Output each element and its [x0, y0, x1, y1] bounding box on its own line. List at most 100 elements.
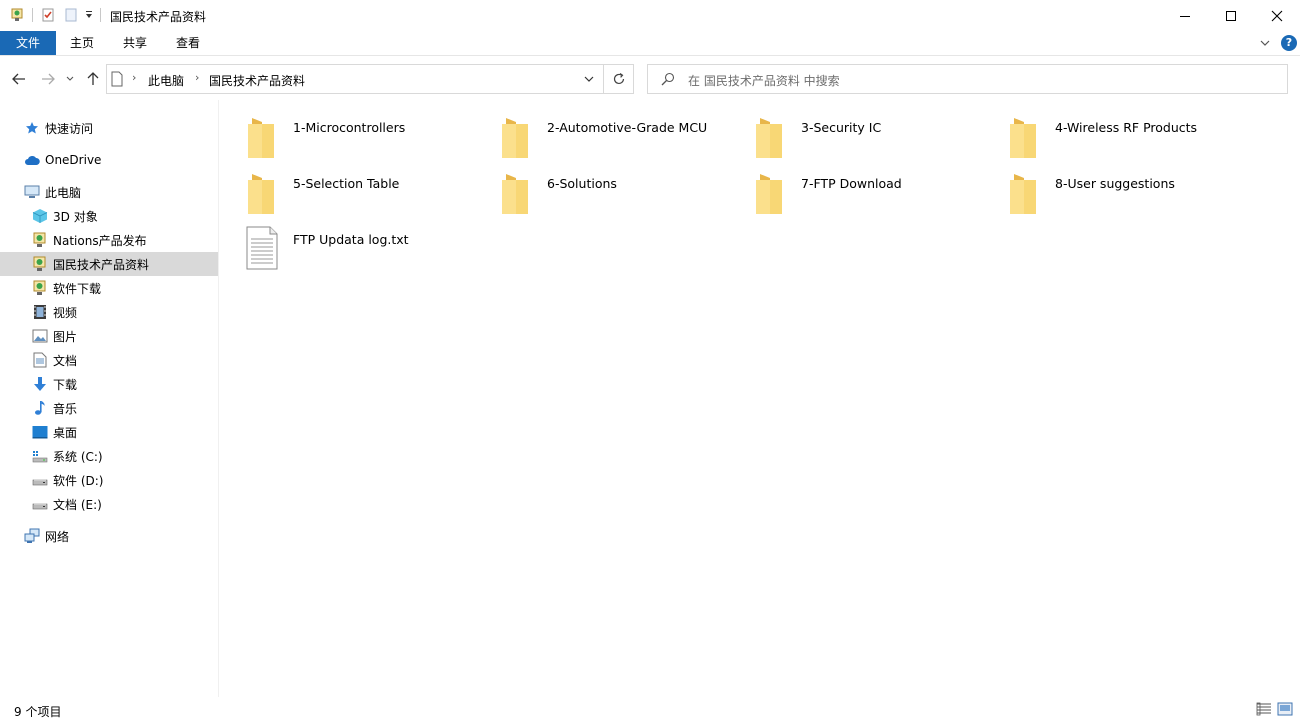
list-item[interactable]: 2-Automotive-Grade MCU [474, 104, 724, 158]
sidebar-item-label: 快速访问 [45, 121, 94, 136]
sidebar-item-label: 软件 (D:) [53, 473, 104, 488]
help-icon[interactable]: ? [1281, 35, 1297, 51]
recent-locations-button[interactable] [62, 69, 78, 89]
qa-separator [32, 8, 33, 22]
checklist-icon[interactable] [38, 5, 58, 25]
document-icon [32, 352, 48, 368]
sidebar-item-label: 此电脑 [45, 185, 82, 200]
sidebar-item-label: 音乐 [53, 401, 78, 416]
sidebar-item-label: 网络 [45, 529, 70, 544]
qa-separator [100, 8, 101, 22]
sidebar-item-software-download[interactable]: 软件下载 [0, 276, 218, 300]
sidebar-item-music[interactable]: 音乐 [0, 396, 218, 420]
sidebar-item-nations-release[interactable]: Nations产品发布 [0, 228, 218, 252]
list-item[interactable]: 3-Security IC [728, 104, 978, 158]
network-drive-icon [32, 232, 48, 248]
sidebar-item-drive-e[interactable]: 文档 (E:) [0, 492, 218, 516]
forward-button[interactable] [37, 69, 59, 89]
list-item[interactable]: 6-Solutions [474, 160, 724, 214]
cloud-icon [24, 152, 40, 168]
sidebar-item-label: 桌面 [53, 425, 78, 440]
list-item[interactable]: 7-FTP Download [728, 160, 978, 214]
ribbon-tabs: 文件 主页 共享 查看 ? [0, 31, 1300, 56]
customize-quick-access-icon[interactable] [82, 5, 96, 25]
large-icons-view-icon[interactable] [1277, 702, 1293, 716]
breadcrumb-current-folder[interactable]: 国民技术产品资料 [209, 72, 305, 89]
sidebar-item-label: Nations产品发布 [53, 233, 147, 248]
breadcrumb-separator[interactable]: › [195, 71, 199, 84]
sidebar-item-network[interactable]: 网络 [0, 524, 218, 548]
network-drive-icon [32, 256, 48, 272]
folder-icon [248, 118, 274, 158]
network-icon [24, 528, 40, 544]
folder-icon [756, 118, 782, 158]
properties-icon[interactable] [8, 5, 28, 25]
details-view-icon[interactable] [1256, 702, 1272, 716]
up-button[interactable] [82, 69, 104, 89]
folder-icon [1010, 118, 1036, 158]
sidebar-item-label: 软件下载 [53, 281, 102, 296]
sidebar-item-drive-c[interactable]: 系统 (C:) [0, 444, 218, 468]
folder-icon [502, 118, 528, 158]
file-name: 3-Security IC [801, 120, 882, 135]
sidebar-item-pictures[interactable]: 图片 [0, 324, 218, 348]
window-title: 国民技术产品资料 [110, 10, 207, 24]
sidebar-item-onedrive[interactable]: OneDrive [0, 148, 218, 172]
sidebar-item-product-docs[interactable]: 国民技术产品资料 [0, 252, 218, 276]
address-dropdown-icon[interactable] [579, 70, 599, 88]
star-icon [24, 120, 40, 136]
address-bar[interactable]: › 此电脑 › 国民技术产品资料 [106, 64, 604, 94]
sidebar-item-videos[interactable]: 视频 [0, 300, 218, 324]
drive-icon [32, 472, 48, 488]
status-bar: 9 个项目 [0, 697, 1300, 723]
file-list: 1-Microcontrollers 2-Automotive-Grade MC… [220, 100, 1300, 697]
minimize-button[interactable] [1162, 0, 1208, 31]
refresh-button[interactable] [604, 64, 634, 94]
file-name: 5-Selection Table [293, 176, 400, 191]
new-folder-icon[interactable] [62, 5, 80, 25]
breadcrumb-this-pc[interactable]: 此电脑 [148, 72, 184, 89]
folder-icon [248, 174, 274, 214]
file-name: 8-User suggestions [1055, 176, 1175, 191]
list-item[interactable]: 4-Wireless RF Products [982, 104, 1232, 158]
system-drive-icon [32, 448, 48, 464]
search-placeholder: 在 国民技术产品资料 中搜索 [688, 74, 840, 88]
folder-icon [1010, 174, 1036, 214]
back-button[interactable] [8, 69, 30, 89]
computer-icon [24, 184, 40, 200]
tab-file[interactable]: 文件 [0, 31, 56, 55]
sidebar-item-desktop[interactable]: 桌面 [0, 420, 218, 444]
close-button[interactable] [1254, 0, 1300, 31]
video-icon [32, 304, 48, 320]
sidebar-item-this-pc[interactable]: 此电脑 [0, 180, 218, 204]
network-drive-icon [32, 280, 48, 296]
sidebar-item-label: 图片 [53, 329, 78, 344]
sidebar-item-label: 文档 (E:) [53, 497, 102, 512]
sidebar-item-label: OneDrive [45, 153, 102, 167]
list-item[interactable]: 1-Microcontrollers [220, 104, 470, 158]
folder-icon [502, 174, 528, 214]
file-name: 2-Automotive-Grade MCU [547, 120, 708, 135]
sidebar-item-drive-d[interactable]: 软件 (D:) [0, 468, 218, 492]
sidebar-item-downloads[interactable]: 下载 [0, 372, 218, 396]
tab-home[interactable]: 主页 [60, 31, 104, 55]
sidebar-item-quick-access[interactable]: 快速访问 [0, 116, 218, 140]
maximize-button[interactable] [1208, 0, 1254, 31]
tab-share[interactable]: 共享 [113, 31, 157, 55]
list-item[interactable]: 8-User suggestions [982, 160, 1232, 214]
music-icon [32, 400, 48, 416]
search-box[interactable]: 在 国民技术产品资料 中搜索 [647, 64, 1288, 94]
item-count: 9 个项目 [14, 705, 62, 719]
folder-icon [756, 174, 782, 214]
sidebar-item-3d-objects[interactable]: 3D 对象 [0, 204, 218, 228]
picture-icon [32, 328, 48, 344]
breadcrumb-separator[interactable]: › [132, 71, 136, 84]
file-name: FTP Updata log.txt [293, 232, 409, 247]
list-item[interactable]: 5-Selection Table [220, 160, 470, 214]
sidebar-item-label: 3D 对象 [53, 209, 98, 224]
expand-ribbon-icon[interactable] [1259, 37, 1273, 49]
list-item[interactable]: FTP Updata log.txt [220, 216, 470, 270]
sidebar-item-documents[interactable]: 文档 [0, 348, 218, 372]
tab-view[interactable]: 查看 [166, 31, 210, 55]
cube-icon [32, 208, 48, 224]
